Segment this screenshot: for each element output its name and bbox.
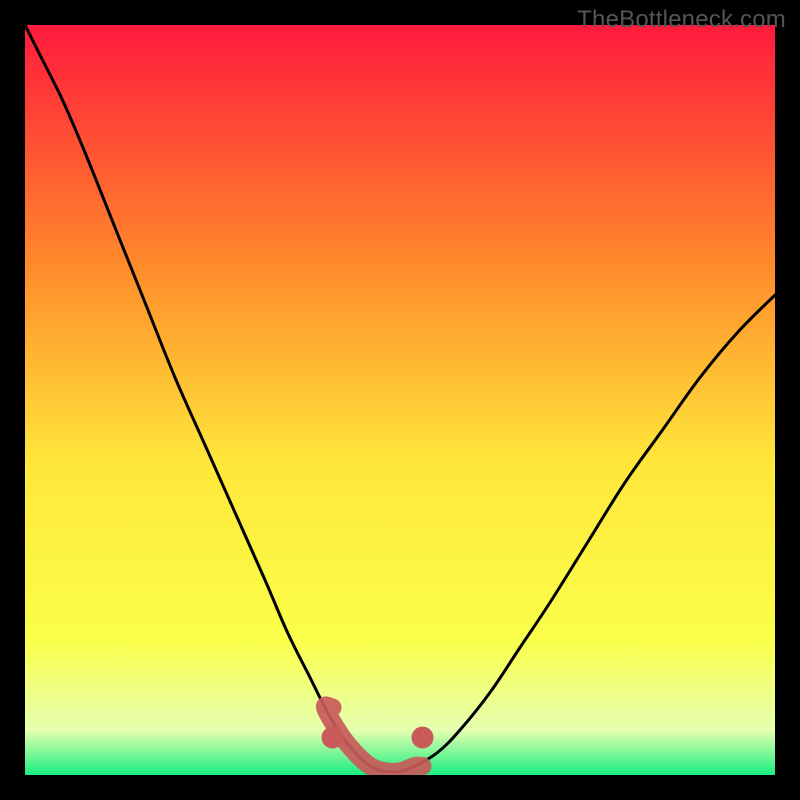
plot-svg	[25, 25, 775, 775]
gradient-background	[25, 25, 775, 775]
chart-stage: TheBottleneck.com	[0, 0, 800, 800]
range-marker	[322, 727, 344, 749]
range-marker	[412, 727, 434, 749]
plot-area	[25, 25, 775, 775]
